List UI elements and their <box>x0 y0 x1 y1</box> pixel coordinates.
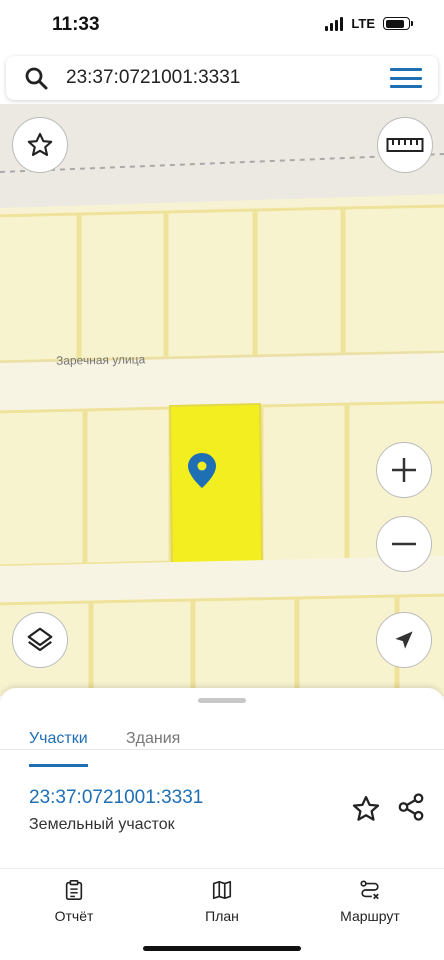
search-bar[interactable] <box>6 56 438 100</box>
map-icon <box>212 880 232 900</box>
nav-item-route[interactable]: Маршрут <box>320 879 420 924</box>
status-indicators: LTE <box>325 16 413 31</box>
sheet-grabber[interactable] <box>198 698 246 703</box>
star-icon[interactable] <box>351 794 381 824</box>
parcel-number-link[interactable]: 23:37:0721001:3331 <box>29 787 203 809</box>
report-icon <box>65 880 83 900</box>
nav-label: План <box>205 908 239 924</box>
sheet-tabs: Участки Здания <box>0 706 444 767</box>
my-location-button[interactable] <box>376 612 432 668</box>
nav-item-report[interactable]: Отчёт <box>24 879 124 924</box>
status-bar: 11:33 LTE <box>0 0 444 52</box>
search-icon[interactable] <box>24 66 48 90</box>
status-time: 11:33 <box>52 14 100 35</box>
layers-button[interactable] <box>12 612 68 668</box>
plus-icon <box>392 458 416 482</box>
location-arrow-icon <box>395 631 413 649</box>
parcel-type: Земельный участок <box>29 816 175 833</box>
bottom-sheet[interactable]: Участки Здания 23:37:0721001:3331 Земель… <box>0 688 444 868</box>
search-input[interactable] <box>66 67 366 89</box>
home-indicator <box>143 946 301 951</box>
zoom-in-button[interactable] <box>376 442 432 498</box>
route-icon <box>360 880 379 900</box>
ruler-icon <box>386 138 424 152</box>
share-icon[interactable] <box>396 792 426 822</box>
nav-label: Отчёт <box>54 908 94 924</box>
layers-icon <box>27 627 53 652</box>
favorite-map-button[interactable] <box>12 117 68 173</box>
ruler-button[interactable] <box>377 117 433 173</box>
signal-icon <box>325 16 344 31</box>
tab-parcels[interactable]: Участки <box>29 730 88 767</box>
network-type: LTE <box>351 16 375 31</box>
map-view[interactable]: Заречная улица <box>0 104 444 696</box>
map-canvas <box>0 104 444 696</box>
nav-item-plan[interactable]: План <box>172 879 272 924</box>
nav-label: Маршрут <box>340 908 400 924</box>
hamburger-menu-icon[interactable] <box>390 68 422 88</box>
battery-icon <box>383 17 413 30</box>
star-icon <box>27 132 53 156</box>
minus-icon <box>392 542 416 546</box>
zoom-out-button[interactable] <box>376 516 432 572</box>
street-label: Заречная улица <box>55 352 146 368</box>
tab-buildings[interactable]: Здания <box>126 730 180 748</box>
